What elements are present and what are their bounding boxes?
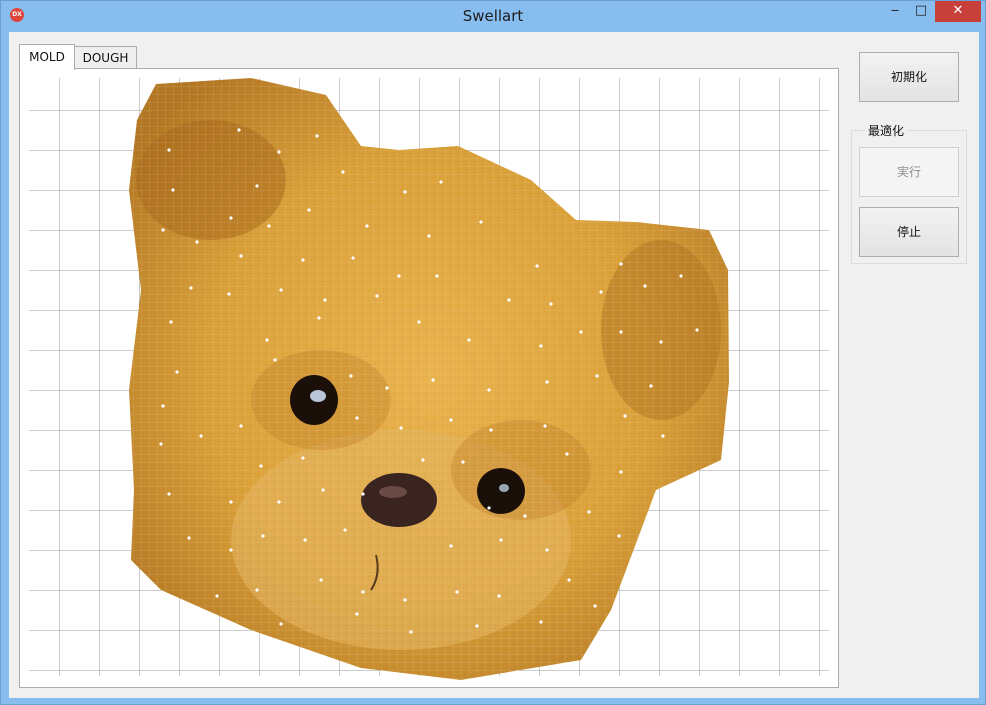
optimize-group-label: 最適化 bbox=[865, 122, 908, 139]
mold-panel bbox=[19, 68, 839, 688]
initialize-button[interactable]: 初期化 bbox=[859, 52, 959, 102]
minimize-button[interactable]: ‒ bbox=[881, 1, 909, 22]
maximize-button[interactable]: □ bbox=[907, 1, 935, 22]
window-title: Swellart bbox=[462, 7, 524, 25]
title-bar[interactable]: DX Swellart ‒ □ ✕ bbox=[1, 1, 985, 32]
app-window: DX Swellart ‒ □ ✕ MOLD DOUGH 初期化 最適化 実行 … bbox=[0, 0, 986, 705]
stop-button[interactable]: 停止 bbox=[859, 207, 959, 257]
mold-canvas[interactable] bbox=[21, 70, 837, 686]
close-button[interactable]: ✕ bbox=[935, 1, 981, 22]
tab-dough[interactable]: DOUGH bbox=[74, 46, 137, 69]
run-button[interactable]: 実行 bbox=[859, 147, 959, 197]
client-area: MOLD DOUGH 初期化 最適化 実行 停止 bbox=[9, 32, 979, 698]
tab-mold[interactable]: MOLD bbox=[19, 44, 75, 70]
